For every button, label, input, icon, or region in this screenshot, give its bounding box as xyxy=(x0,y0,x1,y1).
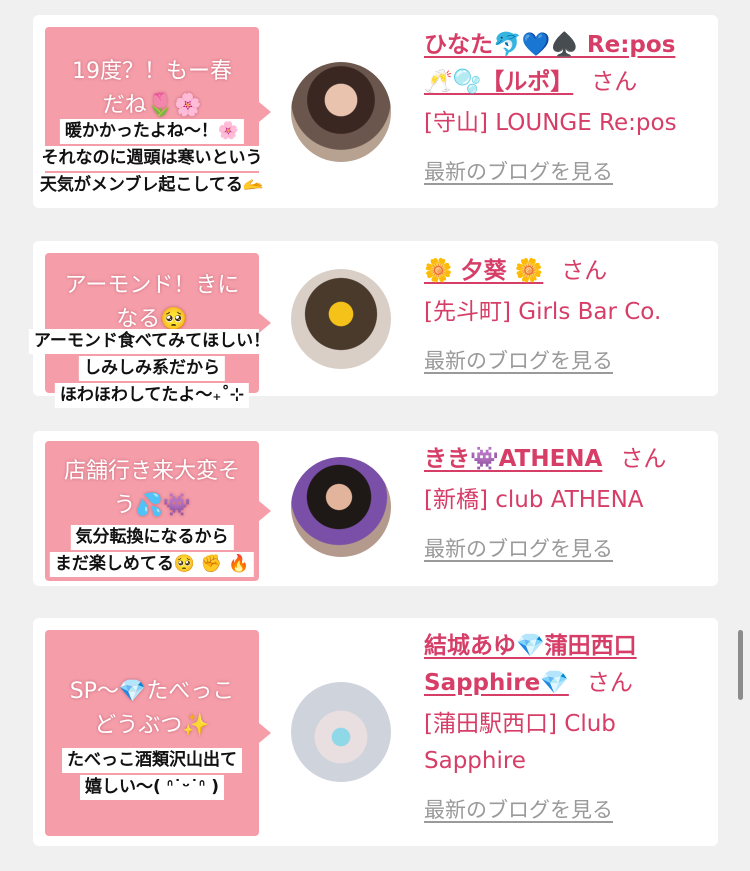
caption-line: それなのに週頭は寒いという xyxy=(36,146,268,171)
cast-name-row: 結城あゆ💎蒲田西口 Sapphire💎 さん xyxy=(424,628,714,702)
cast-name-link[interactable]: ひなた🐬💙♠️ Re:pos xyxy=(424,32,675,58)
cast-info: 🌼 夕葵 🌼 さん [先斗町] Girls Bar Co. 最新のブログを見る xyxy=(424,253,714,375)
caption-line: たべっこ酒類沢山出て xyxy=(62,748,242,773)
cast-name-link[interactable]: 🥂🫧【ルポ】 xyxy=(424,69,573,95)
latest-blog-link[interactable]: 最新のブログを見る xyxy=(424,533,613,563)
cast-info: ひなた🐬💙♠️ Re:pos 🥂🫧【ルポ】 さん [守山] LOUNGE Re:p… xyxy=(424,27,714,186)
post-headline-line1: アーモンド！きに xyxy=(64,273,240,298)
latest-blog-link[interactable]: 最新のブログを見る xyxy=(424,156,613,186)
honorific: さん xyxy=(586,670,633,696)
avatar[interactable] xyxy=(291,682,391,782)
caption-line: アーモンド食べてみてほしい！ xyxy=(28,329,276,354)
shop-name: [蒲田駅西口] Club Sapphire xyxy=(424,706,714,780)
post-caption: アーモンド食べてみてほしい！ しみしみ系だから ほわほわしてたよ〜₊˚⊹ xyxy=(28,329,276,410)
shop-name-line: Sapphire xyxy=(424,748,526,774)
cast-name-row: きき👾ATHENA さん xyxy=(424,441,714,478)
post-headline-line2: だね🌷🌸 xyxy=(102,93,202,118)
caption-line: 気分転換になるから xyxy=(70,525,234,550)
post-headline-line1: 店舗行き来大変そ xyxy=(63,459,240,484)
post-caption: 気分転換になるから まだ楽しめてる🥺 ✊ 🔥 xyxy=(49,525,255,579)
shop-name-line: [蒲田駅西口] Club xyxy=(424,711,616,737)
post-thumbnail[interactable]: 19度？！もー春 だね🌷🌸 暖かかったよね〜！🌸 それなのに週頭は寒いという 天… xyxy=(34,27,271,198)
shop-name: [新橋] club ATHENA xyxy=(424,487,644,513)
blog-card[interactable]: 19度？！もー春 だね🌷🌸 暖かかったよね〜！🌸 それなのに週頭は寒いという 天… xyxy=(33,15,718,208)
cast-info: 結城あゆ💎蒲田西口 Sapphire💎 さん [蒲田駅西口] Club Sapph… xyxy=(424,628,714,824)
post-caption: たべっこ酒類沢山出て 嬉しい〜( ᐢ˙ᵕ˙ᐢ ) xyxy=(62,748,242,802)
cast-name-link[interactable]: きき👾ATHENA xyxy=(424,446,602,472)
caption-line: 暖かかったよね〜！🌸 xyxy=(59,119,245,144)
post-headline: SP〜💎たべっこ どうぶつ✨ xyxy=(45,675,259,743)
cast-name-link[interactable]: 結城あゆ💎蒲田西口 xyxy=(424,633,637,659)
post-thumbnail[interactable]: アーモンド！きに なる🥺 アーモンド食べてみてほしい！ しみしみ系だから ほわほ… xyxy=(28,253,276,408)
blog-card[interactable]: アーモンド！きに なる🥺 アーモンド食べてみてほしい！ しみしみ系だから ほわほ… xyxy=(28,241,718,408)
avatar[interactable] xyxy=(291,457,391,557)
post-thumbnail[interactable]: SP〜💎たべっこ どうぶつ✨ たべっこ酒類沢山出て 嬉しい〜( ᐢ˙ᵕ˙ᐢ ) xyxy=(45,630,271,836)
scrollbar[interactable] xyxy=(738,630,743,700)
blog-card[interactable]: SP〜💎たべっこ どうぶつ✨ たべっこ酒類沢山出て 嬉しい〜( ᐢ˙ᵕ˙ᐢ ) … xyxy=(33,618,718,846)
honorific: さん xyxy=(591,69,638,95)
honorific: さん xyxy=(561,258,608,284)
post-headline-line2: どうぶつ✨ xyxy=(94,713,210,738)
avatar[interactable] xyxy=(291,269,391,369)
latest-blog-link[interactable]: 最新のブログを見る xyxy=(424,345,613,375)
shop-name: [先斗町] Girls Bar Co. xyxy=(424,299,662,325)
post-thumbnail[interactable]: 店舗行き来大変そ う💦👾 気分転換になるから まだ楽しめてる🥺 ✊ 🔥 xyxy=(45,441,271,581)
cast-name-row: ひなた🐬💙♠️ Re:pos 🥂🫧【ルポ】 さん xyxy=(424,27,714,101)
cast-name-row: 🌼 夕葵 🌼 さん xyxy=(424,253,714,290)
latest-blog-link[interactable]: 最新のブログを見る xyxy=(424,794,613,824)
post-headline-line1: 19度？！もー春 xyxy=(72,59,232,84)
blog-card[interactable]: 店舗行き来大変そ う💦👾 気分転換になるから まだ楽しめてる🥺 ✊ 🔥 きき👾A… xyxy=(33,431,718,586)
post-headline: 店舗行き来大変そ う💦👾 xyxy=(45,455,259,523)
cast-name-link[interactable]: 🌼 夕葵 🌼 xyxy=(424,258,543,284)
cast-info: きき👾ATHENA さん [新橋] club ATHENA 最新のブログを見る xyxy=(424,441,714,563)
caption-line: ほわほわしてたよ〜₊˚⊹ xyxy=(54,383,250,408)
cast-name-link[interactable]: Sapphire💎 xyxy=(424,670,569,696)
post-headline: アーモンド！きに なる🥺 xyxy=(45,269,259,337)
post-headline: 19度？！もー春 だね🌷🌸 xyxy=(45,55,259,123)
caption-line: しみしみ系だから xyxy=(79,356,225,381)
shop-name: [守山] LOUNGE Re:pos xyxy=(424,110,677,136)
avatar[interactable] xyxy=(291,62,391,162)
honorific: さん xyxy=(620,446,667,472)
caption-line: 天気がメンブレ起こしてる🫴 xyxy=(34,173,270,198)
post-headline-line2: う💦👾 xyxy=(113,493,191,518)
caption-line: 嬉しい〜( ᐢ˙ᵕ˙ᐢ ) xyxy=(79,775,225,800)
post-headline-line1: SP〜💎たべっこ xyxy=(69,679,235,704)
post-caption: 暖かかったよね〜！🌸 それなのに週頭は寒いという 天気がメンブレ起こしてる🫴 xyxy=(34,119,270,200)
caption-line: まだ楽しめてる🥺 ✊ 🔥 xyxy=(49,552,255,577)
